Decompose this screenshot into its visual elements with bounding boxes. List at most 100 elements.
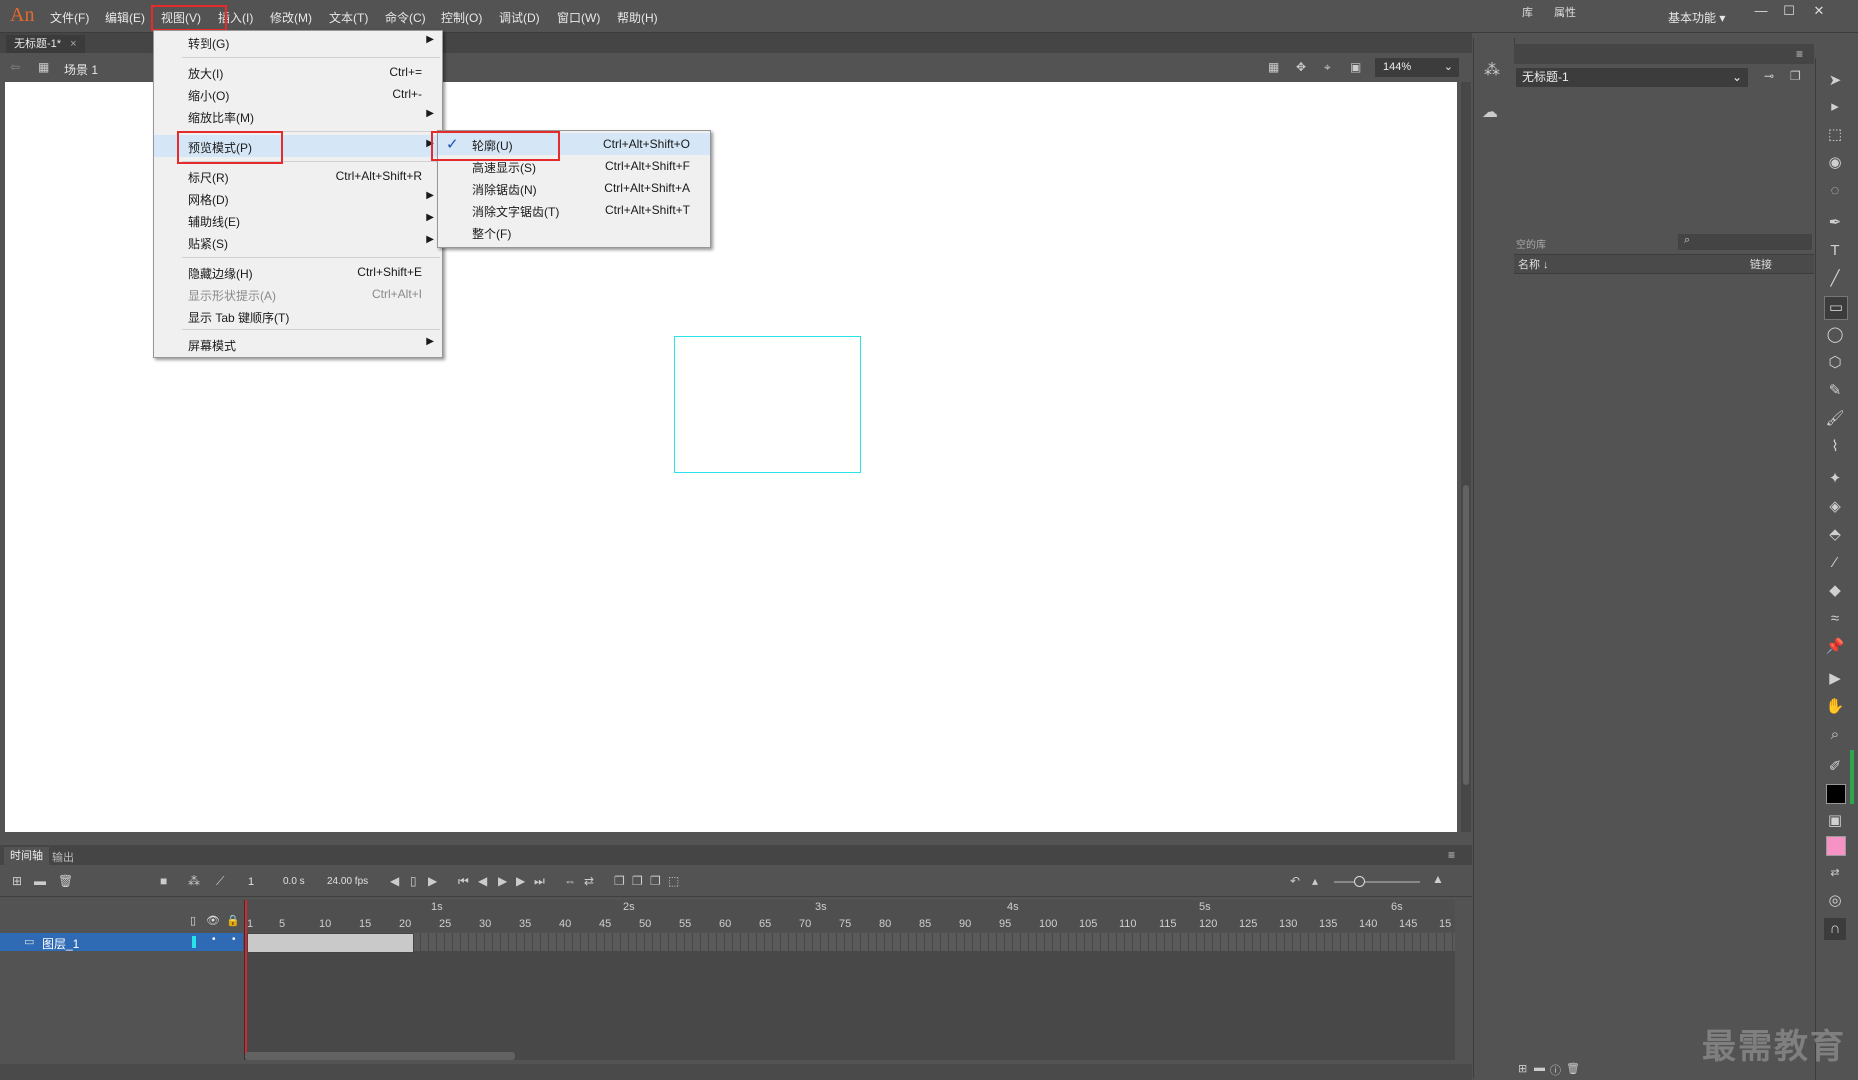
outline-rectangle[interactable] — [674, 336, 861, 473]
brush-tool-icon[interactable]: ⌇ — [1824, 436, 1846, 458]
prev-keyframe-icon[interactable]: ◀ — [390, 874, 399, 888]
pen-tool-icon[interactable]: ✒ — [1824, 212, 1846, 234]
text-tool-icon[interactable]: T — [1824, 240, 1846, 262]
frames-area[interactable] — [245, 933, 1455, 1060]
new-symbol-icon[interactable]: ⊞ — [1518, 1062, 1527, 1075]
new-library-panel-icon[interactable]: ❐ — [1790, 69, 1801, 83]
center-stage-icon[interactable]: ⌖ — [1324, 60, 1331, 75]
eraser-icon[interactable]: ◆ — [1824, 580, 1846, 602]
layer-outline-color[interactable] — [192, 936, 196, 948]
3d-rotation-icon[interactable]: ◉ — [1824, 152, 1846, 174]
camera-tool-icon[interactable]: ▶ — [1824, 668, 1846, 690]
eye-icon[interactable]: 👁 — [206, 914, 220, 927]
color-panel-icon[interactable]: ⁂ — [1484, 60, 1500, 80]
polystar-tool-icon[interactable]: ⬡ — [1824, 352, 1846, 374]
rectangle-tool-icon[interactable]: ▭ — [1824, 296, 1848, 320]
lasso-icon[interactable]: ◌ — [1824, 180, 1846, 202]
delete-icon[interactable]: 🗑 — [1566, 1062, 1580, 1075]
free-transform-icon[interactable]: ⬚ — [1824, 124, 1846, 146]
menu-rulers[interactable]: 标尺(R) Ctrl+Alt+Shift+R — [154, 165, 442, 187]
onion-skin-icon[interactable]: ❐ — [614, 874, 625, 888]
scrollbar-thumb[interactable] — [1463, 485, 1469, 785]
play-icon[interactable]: ▶ — [498, 874, 507, 888]
onion-outline-icon[interactable]: ❐ — [632, 874, 643, 888]
lock-dot[interactable]: • — [232, 934, 236, 945]
center-frame-icon[interactable]: ⇄ — [584, 874, 594, 888]
menu-zoom-out[interactable]: 缩小(O) Ctrl+- — [154, 83, 442, 105]
keyframe-span[interactable] — [247, 933, 414, 953]
step-back-icon[interactable]: ◀ — [478, 874, 487, 888]
stroke-color-swatch[interactable] — [1826, 784, 1846, 804]
loop-icon[interactable]: ⇔ — [564, 874, 576, 888]
pencil-tool-icon[interactable]: ✎ — [1824, 380, 1846, 402]
step-forward-icon[interactable]: ▶ — [516, 874, 525, 888]
menu-zoom-in[interactable]: 放大(I) Ctrl+= — [154, 61, 442, 83]
menu-hide-edges[interactable]: 隐藏边缘(H) Ctrl+Shift+E — [154, 261, 442, 283]
menu-text[interactable]: 文本(T) — [329, 9, 368, 26]
edit-symbol-icon[interactable]: ✥ — [1296, 60, 1306, 74]
layer-row[interactable] — [0, 933, 243, 951]
menu-goto[interactable]: 转到(G) ▶ — [154, 31, 442, 53]
menu-window[interactable]: 窗口(W) — [557, 9, 600, 26]
edit-scene-icon[interactable]: ▦ — [1268, 60, 1279, 74]
snap-magnet-icon[interactable]: ∩ — [1824, 918, 1846, 940]
zoom-select[interactable]: 144% ⌄ — [1375, 58, 1459, 77]
undo-icon[interactable]: ↶ — [1290, 874, 1300, 888]
object-drawing-icon[interactable]: ◎ — [1824, 890, 1846, 912]
pin-icon[interactable]: ⊸ — [1764, 69, 1774, 83]
next-keyframe-icon[interactable]: ▶ — [428, 874, 437, 888]
tab-properties[interactable]: 属性 — [1554, 4, 1576, 20]
ink-bottle-icon[interactable]: ⬘ — [1824, 524, 1846, 546]
new-folder-icon[interactable]: ▬ — [34, 874, 46, 888]
graph-icon[interactable]: ⟋ — [216, 874, 224, 889]
timeline-scrollbar[interactable] — [245, 1052, 515, 1060]
properties-icon[interactable]: ⓘ — [1550, 1062, 1561, 1078]
selection-tool-icon[interactable]: ➤ — [1824, 70, 1846, 92]
pin-tool-icon[interactable]: 📌 — [1824, 636, 1846, 658]
new-layer-icon[interactable]: ⊞ — [12, 874, 22, 888]
menu-edit[interactable]: 编辑(E) — [105, 9, 145, 26]
library-document-select[interactable]: 无标题-1 ⌄ — [1516, 68, 1748, 87]
line-tool-icon[interactable]: ╱ — [1824, 268, 1846, 290]
column-linkage[interactable]: 链接 — [1750, 256, 1772, 272]
layer-name[interactable]: 图层_1 — [42, 935, 79, 952]
current-time[interactable]: 0.0 s — [283, 876, 305, 887]
edit-multiple-icon[interactable]: ❐ — [650, 874, 661, 888]
panel-menu-icon[interactable]: ≡ — [1448, 848, 1455, 862]
width-tool-icon[interactable]: ≈ — [1824, 608, 1846, 630]
new-folder-icon[interactable]: ▬ — [1534, 1062, 1545, 1074]
tab-library[interactable]: 库 — [1522, 4, 1533, 20]
frame-rate[interactable]: 24.00 fps — [327, 876, 368, 887]
oval-tool-icon[interactable]: ◯ — [1824, 324, 1846, 346]
tab-close-icon[interactable]: × — [70, 38, 76, 50]
column-name[interactable]: 名称 ↓ — [1518, 256, 1549, 272]
menu-antialias-text[interactable]: 消除文字锯齿(T) Ctrl+Alt+Shift+T — [438, 199, 710, 221]
tab-output[interactable]: 输出 — [52, 849, 74, 865]
back-arrow-icon[interactable]: ⇦ — [10, 60, 20, 74]
outline-toggle-icon[interactable]: ▯ — [190, 914, 196, 927]
menu-grid[interactable]: 网格(D) ▶ — [154, 187, 442, 209]
menu-control[interactable]: 控制(O) — [441, 9, 482, 26]
timeline-zoom-slider[interactable] — [1334, 881, 1420, 883]
menu-screen-mode[interactable]: 屏幕模式 ▶ — [154, 333, 442, 355]
close-icon[interactable]: ✕ — [1806, 3, 1832, 21]
hand-tool-icon[interactable]: ✋ — [1824, 696, 1846, 718]
layer-frames[interactable] — [245, 933, 1455, 951]
document-tab[interactable]: 无标题-1* × — [6, 35, 85, 53]
menu-snapping[interactable]: 贴紧(S) ▶ — [154, 231, 442, 253]
zoom-tool-icon[interactable]: ⌕ — [1824, 724, 1846, 746]
menu-file[interactable]: 文件(F) — [50, 9, 89, 26]
lock-icon[interactable]: 🔒 — [226, 914, 240, 927]
fill-color-icon[interactable]: ▣ — [1824, 810, 1846, 832]
paint-bucket-icon[interactable]: ◈ — [1824, 496, 1846, 518]
menu-debug[interactable]: 调试(D) — [499, 9, 540, 26]
modify-markers-icon[interactable]: ⬚ — [668, 874, 679, 888]
menu-modify[interactable]: 修改(M) — [270, 9, 312, 26]
bone-tool-icon[interactable]: ✦ — [1824, 468, 1846, 490]
library-search-input[interactable]: ⌕ — [1678, 234, 1812, 250]
swap-colors-icon[interactable]: ⇄ — [1824, 862, 1846, 884]
workspace-switcher[interactable]: 基本功能 ▾ — [1668, 9, 1725, 26]
playhead[interactable] — [245, 900, 247, 1058]
scene-label[interactable]: 场景 1 — [64, 61, 98, 78]
cc-libraries-icon[interactable]: ☁ — [1482, 102, 1498, 122]
